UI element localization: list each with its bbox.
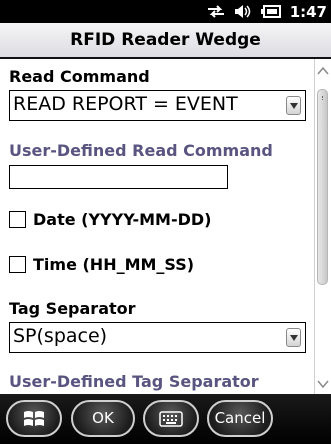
clock[interactable]: 1:47 xyxy=(290,3,327,21)
dropdown-arrow-icon[interactable] xyxy=(286,328,301,347)
date-label: Date (YYYY-MM-DD) xyxy=(33,209,212,229)
start-button[interactable] xyxy=(6,400,62,437)
read-command-select[interactable]: READ REPORT = EVENT xyxy=(9,90,306,121)
vertical-scrollbar[interactable] xyxy=(314,59,331,394)
date-checkbox[interactable] xyxy=(9,210,26,228)
bottom-bar: OK Cancel xyxy=(0,394,331,444)
user-defined-read-command-label: User-Defined Read Command xyxy=(9,141,273,160)
time-option[interactable]: Time (HH_MM_SS) xyxy=(9,254,194,274)
tag-separator-value: SP(space) xyxy=(13,325,108,347)
keyboard-button[interactable] xyxy=(143,400,199,437)
dropdown-arrow-icon[interactable] xyxy=(286,96,301,115)
settings-form: Read Command READ REPORT = EVENT User-De… xyxy=(0,59,314,394)
user-defined-read-command-input[interactable] xyxy=(9,165,228,189)
status-bar: 1:47 xyxy=(0,0,331,23)
tag-separator-label: Tag Separator xyxy=(9,299,136,318)
windows-logo-icon xyxy=(24,410,44,426)
date-option[interactable]: Date (YYYY-MM-DD) xyxy=(9,209,211,229)
keyboard-icon xyxy=(159,410,183,427)
scrollbar-thumb[interactable] xyxy=(317,89,328,285)
cancel-button[interactable]: Cancel xyxy=(207,400,273,437)
battery-icon[interactable] xyxy=(260,5,281,18)
ok-button[interactable]: OK xyxy=(71,400,135,437)
volume-icon[interactable] xyxy=(234,4,252,19)
scroll-down-icon[interactable] xyxy=(317,376,329,390)
read-command-label: Read Command xyxy=(9,67,150,86)
read-command-value: READ REPORT = EVENT xyxy=(13,93,238,115)
user-defined-tag-separator-label: User-Defined Tag Separator xyxy=(9,372,259,391)
connectivity-icon[interactable] xyxy=(207,4,225,19)
time-label: Time (HH_MM_SS) xyxy=(33,254,195,274)
window-title: RFID Reader Wedge xyxy=(0,23,331,59)
scroll-up-icon[interactable] xyxy=(317,63,329,77)
time-checkbox[interactable] xyxy=(9,255,26,273)
tag-separator-select[interactable]: SP(space) xyxy=(9,322,306,353)
status-icons: 1:47 xyxy=(207,2,327,21)
